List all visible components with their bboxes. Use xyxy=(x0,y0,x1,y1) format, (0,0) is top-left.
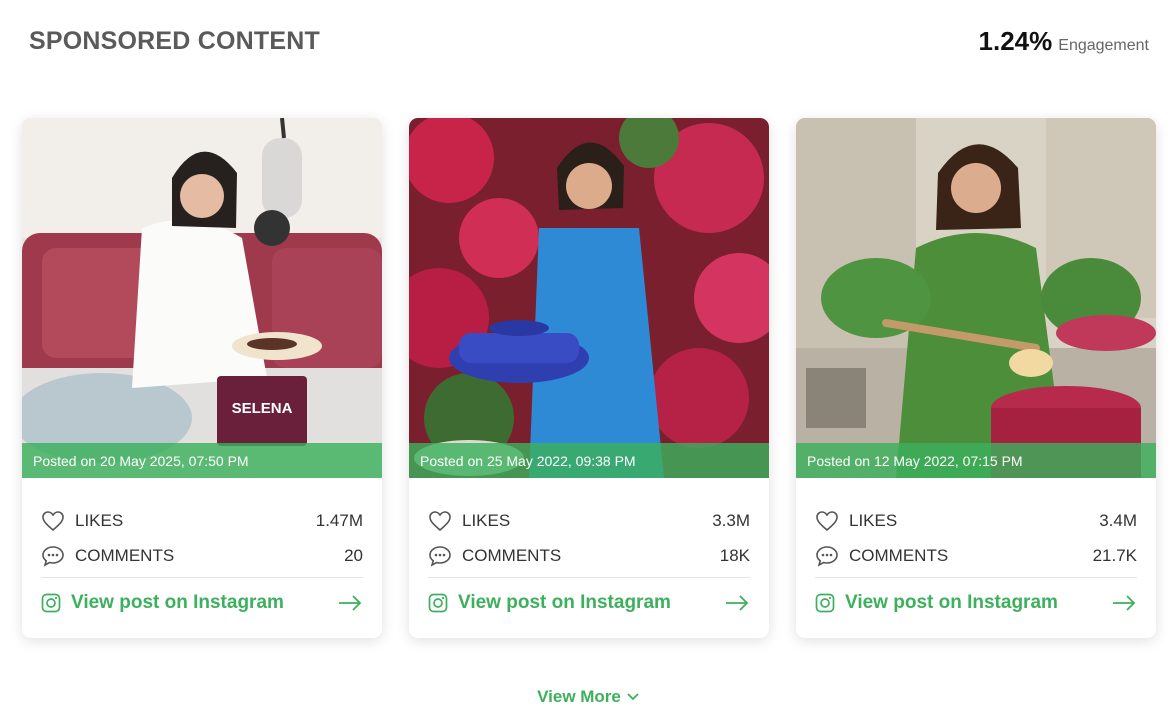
heart-icon xyxy=(41,509,65,533)
post-stats: LIKES 1.47M COMMENTS 20 View post on Ins… xyxy=(22,503,382,628)
heart-icon xyxy=(815,509,839,533)
comments-label: COMMENTS xyxy=(75,545,175,565)
chat-bubble-icon xyxy=(815,544,839,568)
post-stats: LIKES 3.4M COMMENTS 21.7K View post on I… xyxy=(796,503,1156,628)
comments-row: COMMENTS 18K xyxy=(428,538,750,573)
post-photo xyxy=(409,118,769,478)
post-image[interactable]: Posted on 12 May 2022, 07:15 PM xyxy=(796,118,1156,478)
comments-label: COMMENTS xyxy=(849,545,949,565)
arrow-right-icon xyxy=(724,593,750,613)
posted-date: Posted on 20 May 2025, 07:50 PM xyxy=(33,452,249,469)
post-cards: SELENA Posted on 20 May 2025, 07:50 PM L… xyxy=(22,118,1156,638)
posted-date-bar: Posted on 20 May 2025, 07:50 PM xyxy=(22,443,382,478)
section-title: SPONSORED CONTENT xyxy=(29,27,320,55)
likes-label: LIKES xyxy=(75,510,124,530)
post-image[interactable]: Posted on 25 May 2022, 09:38 PM xyxy=(409,118,769,478)
posted-date: Posted on 12 May 2022, 07:15 PM xyxy=(807,452,1023,469)
likes-label: LIKES xyxy=(849,510,898,530)
view-more-button[interactable]: View More xyxy=(0,687,1176,707)
posted-date-bar: Posted on 12 May 2022, 07:15 PM xyxy=(796,443,1156,478)
view-post-label: View post on Instagram xyxy=(458,592,671,613)
comments-row: COMMENTS 21.7K xyxy=(815,538,1137,573)
likes-row: LIKES 1.47M xyxy=(41,503,363,538)
chat-bubble-icon xyxy=(41,544,65,568)
likes-count: 1.47M xyxy=(315,510,363,530)
chevron-down-icon xyxy=(627,688,639,706)
instagram-icon xyxy=(41,592,63,614)
likes-row: LIKES 3.3M xyxy=(428,503,750,538)
instagram-icon xyxy=(815,592,837,614)
post-stats: LIKES 3.3M COMMENTS 18K View post on Ins… xyxy=(409,503,769,628)
comments-count: 21.7K xyxy=(1092,545,1137,565)
comments-row: COMMENTS 20 xyxy=(41,538,363,573)
view-on-instagram-link[interactable]: View post on Instagram xyxy=(815,578,1137,628)
comments-count: 18K xyxy=(719,545,750,565)
view-on-instagram-link[interactable]: View post on Instagram xyxy=(41,578,363,628)
view-post-label: View post on Instagram xyxy=(845,592,1058,613)
svg-text:SELENA: SELENA xyxy=(232,400,293,417)
likes-count: 3.4M xyxy=(1099,510,1137,530)
post-image[interactable]: SELENA Posted on 20 May 2025, 07:50 PM xyxy=(22,118,382,478)
engagement-value: 1.24% xyxy=(978,26,1053,56)
post-card: SELENA Posted on 20 May 2025, 07:50 PM L… xyxy=(22,118,382,638)
view-on-instagram-link[interactable]: View post on Instagram xyxy=(428,578,750,628)
likes-label: LIKES xyxy=(462,510,511,530)
post-card: Posted on 25 May 2022, 09:38 PM LIKES 3.… xyxy=(409,118,769,638)
arrow-right-icon xyxy=(337,593,363,613)
post-card: Posted on 12 May 2022, 07:15 PM LIKES 3.… xyxy=(796,118,1156,638)
heart-icon xyxy=(428,509,452,533)
section-header: SPONSORED CONTENT 1.24% Engagement xyxy=(0,0,1176,84)
likes-count: 3.3M xyxy=(712,510,750,530)
comments-count: 20 xyxy=(344,545,363,565)
likes-row: LIKES 3.4M xyxy=(815,503,1137,538)
posted-date: Posted on 25 May 2022, 09:38 PM xyxy=(420,452,636,469)
post-photo: SELENA xyxy=(22,118,382,478)
engagement-summary: 1.24% Engagement xyxy=(979,26,1149,57)
comments-label: COMMENTS xyxy=(462,545,562,565)
view-post-label: View post on Instagram xyxy=(71,592,284,613)
arrow-right-icon xyxy=(1111,593,1137,613)
post-photo xyxy=(796,118,1156,478)
posted-date-bar: Posted on 25 May 2022, 09:38 PM xyxy=(409,443,769,478)
view-more-label: View More xyxy=(537,687,621,706)
engagement-label: Engagement xyxy=(1058,37,1149,54)
chat-bubble-icon xyxy=(428,544,452,568)
instagram-icon xyxy=(428,592,450,614)
